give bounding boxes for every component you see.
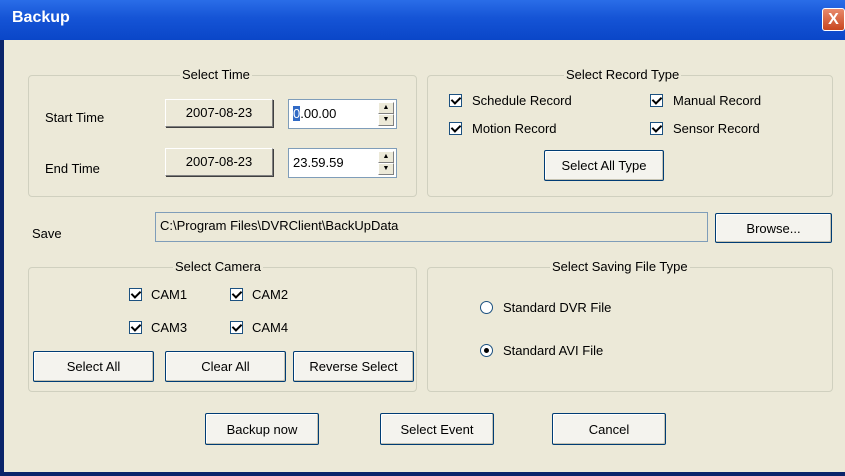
start-time-spinner[interactable]: 0.00.00 ▲ ▼ <box>288 99 397 129</box>
spin-up-icon[interactable]: ▲ <box>378 151 394 163</box>
close-icon: X <box>828 11 839 28</box>
select-camera-legend: Select Camera <box>173 259 263 274</box>
select-time-group: Select Time Start Time 2007-08-23 0.00.0… <box>28 67 417 197</box>
cancel-button[interactable]: Cancel <box>552 413 666 445</box>
start-date-button[interactable]: 2007-08-23 <box>165 99 273 127</box>
file-type-group: Select Saving File Type Standard DVR Fil… <box>427 259 833 392</box>
record-type-legend: Select Record Type <box>564 67 682 82</box>
window-title: Backup <box>12 9 70 26</box>
cam3-label: CAM3 <box>151 320 188 335</box>
dialog-body: Select Time Start Time 2007-08-23 0.00.0… <box>4 40 845 472</box>
end-time-spinner[interactable]: 23.59.59 ▲ ▼ <box>288 148 397 178</box>
title-bar[interactable]: Backup X <box>0 0 845 40</box>
save-label: Save <box>32 226 62 241</box>
reverse-select-button[interactable]: Reverse Select <box>293 351 414 382</box>
save-path-field[interactable]: C:\Program Files\DVRClient\BackUpData <box>155 212 708 242</box>
cam4-checkbox[interactable] <box>230 321 243 334</box>
sensor-record-checkbox[interactable] <box>650 122 663 135</box>
select-all-type-button[interactable]: Select All Type <box>544 150 664 181</box>
end-time-arrows: ▲ ▼ <box>378 151 394 175</box>
motion-record-checkbox[interactable] <box>449 122 462 135</box>
close-button[interactable]: X <box>822 8 845 31</box>
backup-dialog: Backup X Select Time Start Time 2007-08-… <box>0 0 845 476</box>
schedule-record-label: Schedule Record <box>472 93 572 108</box>
spin-down-icon[interactable]: ▼ <box>378 114 394 126</box>
cam1-label: CAM1 <box>151 287 188 302</box>
start-time-label: Start Time <box>45 110 105 125</box>
start-time-value: 0.00.00 <box>293 106 336 121</box>
cam4-label: CAM4 <box>252 320 289 335</box>
cam2-checkbox[interactable] <box>230 288 243 301</box>
start-time-rest: .00.00 <box>300 106 337 121</box>
spin-down-icon[interactable]: ▼ <box>378 163 394 175</box>
select-event-button[interactable]: Select Event <box>380 413 494 445</box>
select-time-legend: Select Time <box>180 67 252 82</box>
start-time-arrows: ▲ ▼ <box>378 102 394 126</box>
manual-record-label: Manual Record <box>673 93 762 108</box>
standard-dvr-radio[interactable] <box>480 301 493 314</box>
backup-now-button[interactable]: Backup now <box>205 413 319 445</box>
record-type-group: Select Record Type Schedule Record Manua… <box>427 67 833 197</box>
end-time-label: End Time <box>45 161 100 176</box>
end-time-value: 23.59.59 <box>293 155 344 170</box>
select-all-button[interactable]: Select All <box>33 351 154 382</box>
cam3-checkbox[interactable] <box>129 321 142 334</box>
end-date-button[interactable]: 2007-08-23 <box>165 148 273 176</box>
schedule-record-checkbox[interactable] <box>449 94 462 107</box>
cam1-checkbox[interactable] <box>129 288 142 301</box>
standard-dvr-label: Standard DVR File <box>503 300 612 315</box>
save-path-value: C:\Program Files\DVRClient\BackUpData <box>160 218 399 233</box>
manual-record-checkbox[interactable] <box>650 94 663 107</box>
sensor-record-label: Sensor Record <box>673 121 760 136</box>
cam2-label: CAM2 <box>252 287 289 302</box>
spin-up-icon[interactable]: ▲ <box>378 102 394 114</box>
clear-all-button[interactable]: Clear All <box>165 351 286 382</box>
motion-record-label: Motion Record <box>472 121 557 136</box>
standard-avi-label: Standard AVI File <box>503 343 604 358</box>
file-type-legend: Select Saving File Type <box>550 259 690 274</box>
browse-button[interactable]: Browse... <box>715 213 832 243</box>
select-camera-group: Select Camera CAM1 CAM2 CAM3 CAM4 Select… <box>28 259 417 392</box>
standard-avi-radio[interactable] <box>480 344 493 357</box>
